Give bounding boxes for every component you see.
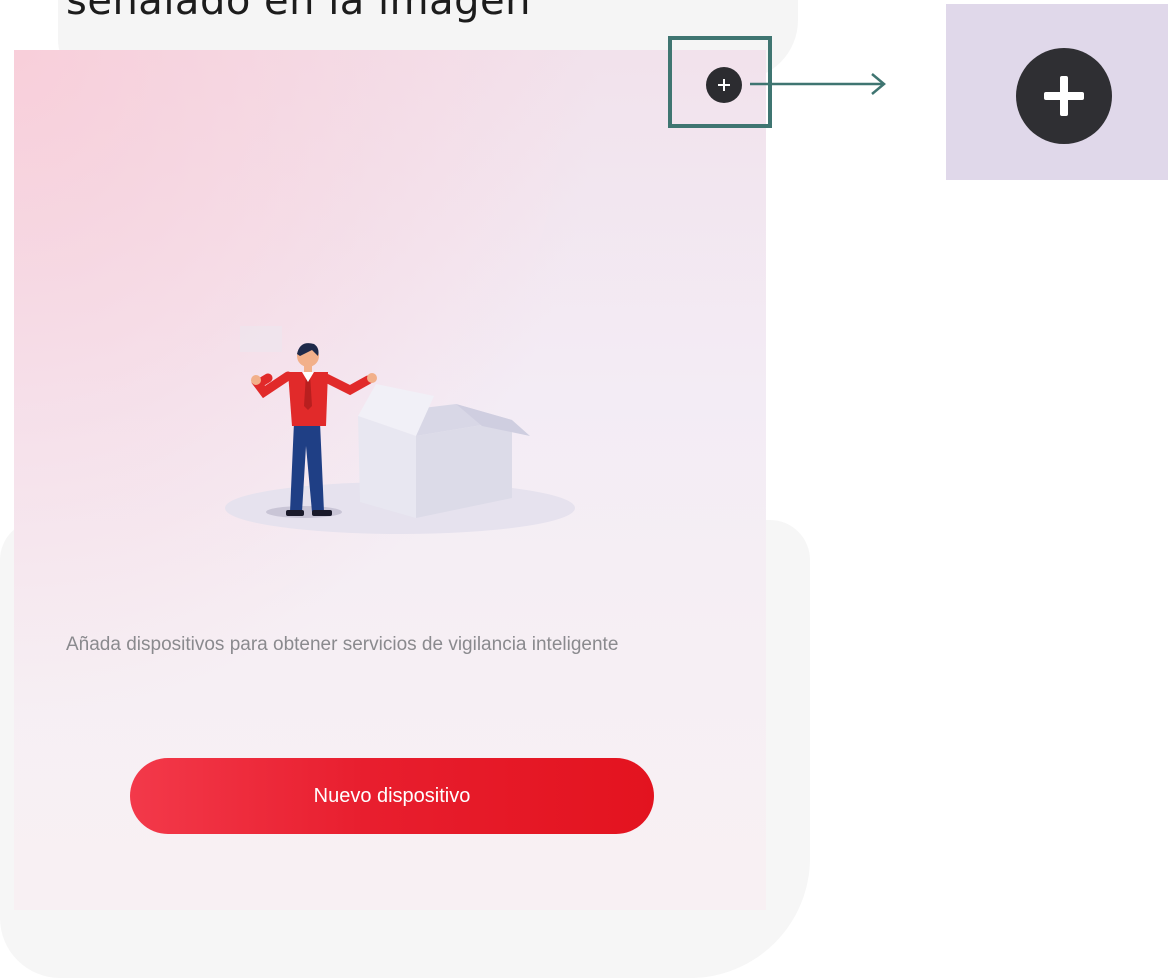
zoomed-add-button	[1016, 48, 1112, 144]
new-device-button[interactable]: Nuevo dispositivo	[130, 758, 654, 834]
instruction-heading: señalado en la imagen	[66, 0, 531, 24]
arrow-icon	[750, 73, 886, 95]
plus-icon	[1044, 76, 1084, 116]
empty-state-description: Añada dispositivos para obtener servicio…	[66, 634, 619, 655]
zoomed-add-button-panel	[946, 4, 1168, 180]
empty-box-illustration	[225, 326, 575, 534]
